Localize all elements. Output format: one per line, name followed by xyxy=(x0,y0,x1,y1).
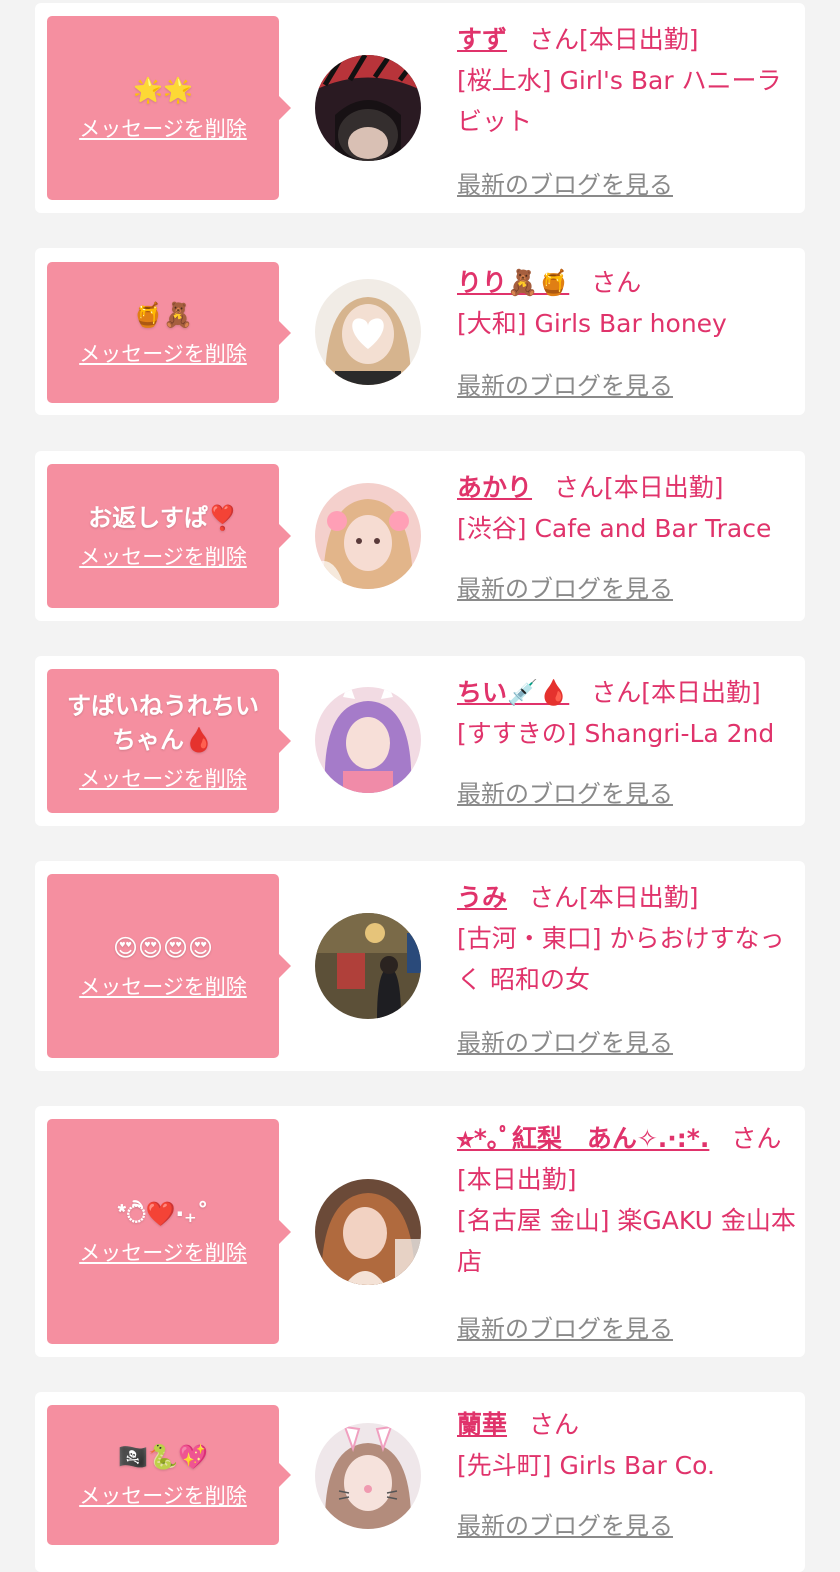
delete-message-link[interactable]: メッセージを削除 xyxy=(79,1237,247,1267)
avatar[interactable] xyxy=(315,483,421,589)
area-label: [名古屋 金山] xyxy=(457,1206,610,1235)
avatar[interactable] xyxy=(315,1423,421,1529)
status-badge: [本日出勤] xyxy=(641,678,761,707)
girl-info: ちい💉🩸 さん[本日出勤] [すすきの] Shangri-La 2nd xyxy=(457,672,797,754)
shop-name: Shangri-La 2nd xyxy=(584,719,775,748)
girl-info: あかり さん[本日出勤] [渋谷] Cafe and Bar Trace xyxy=(457,467,797,549)
message-text: 😍😍😍😍 xyxy=(112,934,214,962)
favorite-card: *ੈ❤️‧₊˚ メッセージを削除 ⭐︎*｡ﾟ紅梨 あん✧.·:*. さん [本日出… xyxy=(35,1106,805,1357)
girl-info: すず さん[本日出勤] [桜上水] Girl's Bar ハニーラビット xyxy=(457,19,797,142)
message-bubble: 😍😍😍😍 メッセージを削除 xyxy=(47,874,291,1058)
san-suffix: さん xyxy=(529,25,580,54)
shop-name: Girls Bar honey xyxy=(534,309,727,338)
girl-name-link[interactable]: すず xyxy=(457,25,507,54)
girl-name-link[interactable]: うみ xyxy=(457,883,507,912)
girl-name-link[interactable]: りり🧸🍯 xyxy=(457,268,569,297)
status-badge: [本日出勤] xyxy=(579,25,699,54)
delete-message-link[interactable]: メッセージを削除 xyxy=(79,113,247,143)
area-label: [桜上水] xyxy=(457,66,552,95)
san-suffix: さん xyxy=(591,678,642,707)
status-badge: [本日出勤] xyxy=(457,1165,577,1194)
shop-name: Cafe and Bar Trace xyxy=(534,514,772,543)
avatar[interactable] xyxy=(315,1179,421,1285)
girl-name-link[interactable]: ちい💉🩸 xyxy=(457,678,569,707)
view-blog-link[interactable]: 最新のブログを見る xyxy=(457,165,673,200)
view-blog-link[interactable]: 最新のブログを見る xyxy=(457,569,673,604)
message-text: 🌟🌟 xyxy=(133,76,193,104)
message-bubble: すぱいねうれちいちゃん🩸 メッセージを削除 xyxy=(47,669,291,813)
girl-name-link[interactable]: 蘭華 xyxy=(457,1410,507,1439)
view-blog-link[interactable]: 最新のブログを見る xyxy=(457,1506,673,1541)
message-bubble: 🏴‍☠️🐍💖 メッセージを削除 xyxy=(47,1405,291,1545)
girl-name-link[interactable]: ⭐︎*｡ﾟ紅梨 あん✧.·:*. xyxy=(457,1124,709,1153)
view-blog-link[interactable]: 最新のブログを見る xyxy=(457,1023,673,1058)
message-text: お返しすぱ❣️ xyxy=(88,504,238,532)
girl-info: りり🧸🍯 さん [大和] Girls Bar honey xyxy=(457,262,797,344)
favorite-card: 🌟🌟 メッセージを削除 すず さん[本日出勤] [桜上水] Girl's Bar … xyxy=(35,3,805,213)
girl-name-link[interactable]: あかり xyxy=(457,473,532,502)
favorite-card: お返しすぱ❣️ メッセージを削除 あかり さん[本日出勤] [渋谷] Cafe a… xyxy=(35,451,805,621)
san-suffix: さん xyxy=(731,1124,782,1153)
message-bubble: 🍯🧸 メッセージを削除 xyxy=(47,262,291,403)
area-label: [渋谷] xyxy=(457,514,527,543)
view-blog-link[interactable]: 最新のブログを見る xyxy=(457,774,673,809)
area-label: [大和] xyxy=(457,309,527,338)
delete-message-link[interactable]: メッセージを削除 xyxy=(79,338,247,368)
delete-message-link[interactable]: メッセージを削除 xyxy=(79,763,247,793)
status-badge: [本日出勤] xyxy=(604,473,724,502)
delete-message-link[interactable]: メッセージを削除 xyxy=(79,1480,247,1510)
area-label: [すすきの] xyxy=(457,719,577,748)
favorite-card: 🏴‍☠️🐍💖 メッセージを削除 蘭華 さん [先斗町] Girls Bar Co.… xyxy=(35,1392,805,1572)
message-text: 🏴‍☠️🐍💖 xyxy=(118,1443,208,1471)
shop-name: Girls Bar Co. xyxy=(559,1451,715,1480)
message-bubble: お返しすぱ❣️ メッセージを削除 xyxy=(47,464,291,608)
girl-info: 蘭華 さん [先斗町] Girls Bar Co. xyxy=(457,1404,797,1486)
avatar[interactable] xyxy=(315,279,421,385)
san-suffix: さん xyxy=(529,1410,580,1439)
favorite-card: 🍯🧸 メッセージを削除 りり🧸🍯 さん [大和] Girls Bar honey … xyxy=(35,248,805,415)
message-text: すぱいねうれちいちゃん🩸 xyxy=(67,692,259,754)
favorite-card: 😍😍😍😍 メッセージを削除 うみ さん[本日出勤] [古河・東口] からおけすなっ… xyxy=(35,861,805,1071)
girl-info: うみ さん[本日出勤] [古河・東口] からおけすなっく 昭和の女 xyxy=(457,877,797,1000)
delete-message-link[interactable]: メッセージを削除 xyxy=(79,971,247,1001)
view-blog-link[interactable]: 最新のブログを見る xyxy=(457,366,673,401)
girl-info: ⭐︎*｡ﾟ紅梨 あん✧.·:*. さん [本日出勤] [名古屋 金山] 楽GAKU… xyxy=(457,1118,797,1282)
avatar[interactable] xyxy=(315,687,421,793)
area-label: [古河・東口] xyxy=(457,924,602,953)
san-suffix: さん xyxy=(529,883,580,912)
message-text: *ੈ❤️‧₊˚ xyxy=(117,1199,209,1228)
view-blog-link[interactable]: 最新のブログを見る xyxy=(457,1309,673,1344)
avatar[interactable] xyxy=(315,913,421,1019)
message-bubble: *ੈ❤️‧₊˚ メッセージを削除 xyxy=(47,1119,291,1344)
area-label: [先斗町] xyxy=(457,1451,552,1480)
san-suffix: さん xyxy=(591,268,642,297)
message-text: 🍯🧸 xyxy=(133,300,193,329)
message-bubble: 🌟🌟 メッセージを削除 xyxy=(47,16,291,200)
status-badge: [本日出勤] xyxy=(579,883,699,912)
san-suffix: さん xyxy=(554,473,605,502)
avatar[interactable] xyxy=(315,55,421,161)
delete-message-link[interactable]: メッセージを削除 xyxy=(79,541,247,571)
favorite-card: すぱいねうれちいちゃん🩸 メッセージを削除 ちい💉🩸 さん[本日出勤] [すすきの… xyxy=(35,656,805,826)
